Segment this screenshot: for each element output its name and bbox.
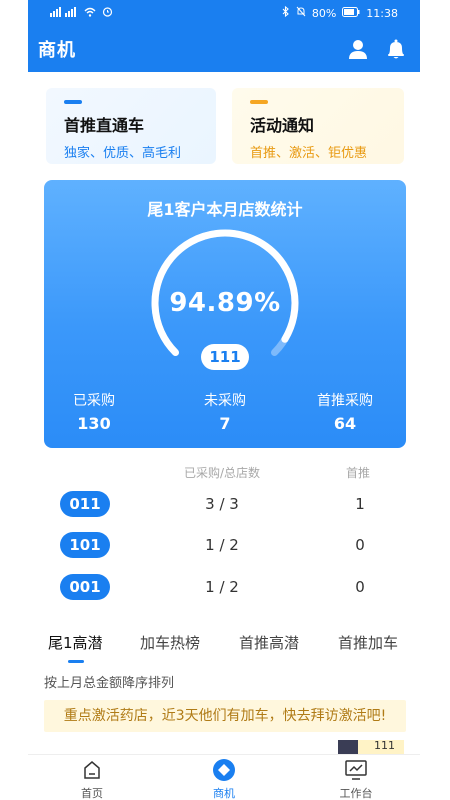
list-item-peek[interactable]: 111 <box>338 740 404 754</box>
category-tabs: 尾1高潜 加车热榜 首推高潜 首推加车 <box>0 632 450 666</box>
ratio-cell: 3 / 3 <box>205 495 239 513</box>
ratio-cell: 1 / 2 <box>205 536 239 554</box>
status-left <box>50 6 113 20</box>
promo-card-activity[interactable]: 活动通知 首推、激活、钜优惠 <box>232 88 404 164</box>
nav-dashboard[interactable]: 工作台 <box>316 757 396 800</box>
promo-subtitle: 首推、激活、钜优惠 <box>250 146 368 161</box>
total-badge: 111 <box>201 344 249 370</box>
promo-title: 活动通知 <box>250 116 315 135</box>
nav-opportunity[interactable]: 商机 <box>184 757 264 800</box>
opportunity-icon <box>211 757 237 783</box>
ratio-cell: 1 / 2 <box>205 578 239 596</box>
stat-label: 首推采购 <box>317 393 373 409</box>
nav-label: 工作台 <box>339 787 373 800</box>
bluetooth-icon <box>282 5 290 20</box>
page-title: 商机 <box>38 40 76 61</box>
table-row[interactable]: 011 3 / 3 1 <box>0 491 450 519</box>
tab-first-potential[interactable]: 首推高潜 <box>239 632 299 653</box>
peek-badge: 111 <box>374 740 395 752</box>
signal-icon <box>50 6 78 20</box>
store-thumbnail <box>338 740 358 754</box>
nav-label: 首页 <box>81 787 103 800</box>
battery-icon <box>342 6 360 20</box>
tab-active-indicator <box>68 660 84 663</box>
table-row[interactable]: 001 1 / 2 0 <box>0 574 450 602</box>
app-header: 商机 <box>28 26 420 72</box>
status-bar: 80% 11:38 <box>28 0 420 26</box>
first-cell: 0 <box>355 578 365 596</box>
table-row[interactable]: 101 1 / 2 0 <box>0 532 450 560</box>
stat-purchased: 已采购 130 <box>44 390 144 433</box>
table-header-ratio: 已采购/总店数 <box>184 466 261 480</box>
first-cell: 1 <box>355 495 365 513</box>
tail-tag: 101 <box>60 532 110 558</box>
clock-time: 11:38 <box>366 6 398 20</box>
table-header-first: 首推 <box>346 466 371 480</box>
tab-tail1-potential[interactable]: 尾1高潜 <box>48 632 103 653</box>
stat-first-purchase: 首推采购 64 <box>295 390 395 433</box>
tail-tag: 011 <box>60 491 110 517</box>
stat-value: 130 <box>77 414 111 433</box>
first-cell: 0 <box>355 536 365 554</box>
gauge-percent: 94.89% <box>169 288 281 318</box>
bell-icon[interactable] <box>384 37 408 61</box>
user-icon[interactable] <box>346 37 370 61</box>
bottom-nav: 首页 商机 工作台 <box>28 754 420 800</box>
stats-title: 尾1客户本月店数统计 <box>147 200 303 219</box>
sort-note: 按上月总金额降序排列 <box>44 676 175 691</box>
promo-subtitle: 独家、优质、高毛利 <box>64 146 182 161</box>
home-icon <box>79 757 105 783</box>
notice-banner[interactable]: 重点激活药店，近3天他们有加车，快去拜访激活吧! <box>44 700 406 732</box>
nav-label: 商机 <box>213 787 235 800</box>
promo-accent-bar <box>64 100 82 104</box>
tail-tag: 001 <box>60 574 110 600</box>
stat-not-purchased: 未采购 7 <box>175 390 275 433</box>
header-actions <box>346 37 408 61</box>
stat-value: 7 <box>219 414 231 433</box>
wifi-icon <box>84 7 96 20</box>
stat-label: 已采购 <box>73 393 115 409</box>
dashboard-icon <box>343 757 369 783</box>
stat-label: 未采购 <box>204 393 246 409</box>
tab-first-cart[interactable]: 首推加车 <box>338 632 398 653</box>
tab-cart-hot[interactable]: 加车热榜 <box>140 632 200 653</box>
promo-title: 首推直通车 <box>64 116 145 135</box>
battery-percent: 80% <box>311 6 337 20</box>
stat-value: 64 <box>333 414 357 433</box>
promo-card-direct[interactable]: 首推直通车 独家、优质、高毛利 <box>46 88 216 164</box>
status-right: 80% 11:38 <box>282 5 398 20</box>
promo-accent-bar <box>250 100 268 104</box>
mute-icon <box>296 6 306 20</box>
stats-panel: 尾1客户本月店数统计 94.89% 111 已采购 130 未采购 7 首推采购… <box>44 180 406 448</box>
nav-home[interactable]: 首页 <box>52 757 132 800</box>
alarm-icon <box>102 6 113 20</box>
